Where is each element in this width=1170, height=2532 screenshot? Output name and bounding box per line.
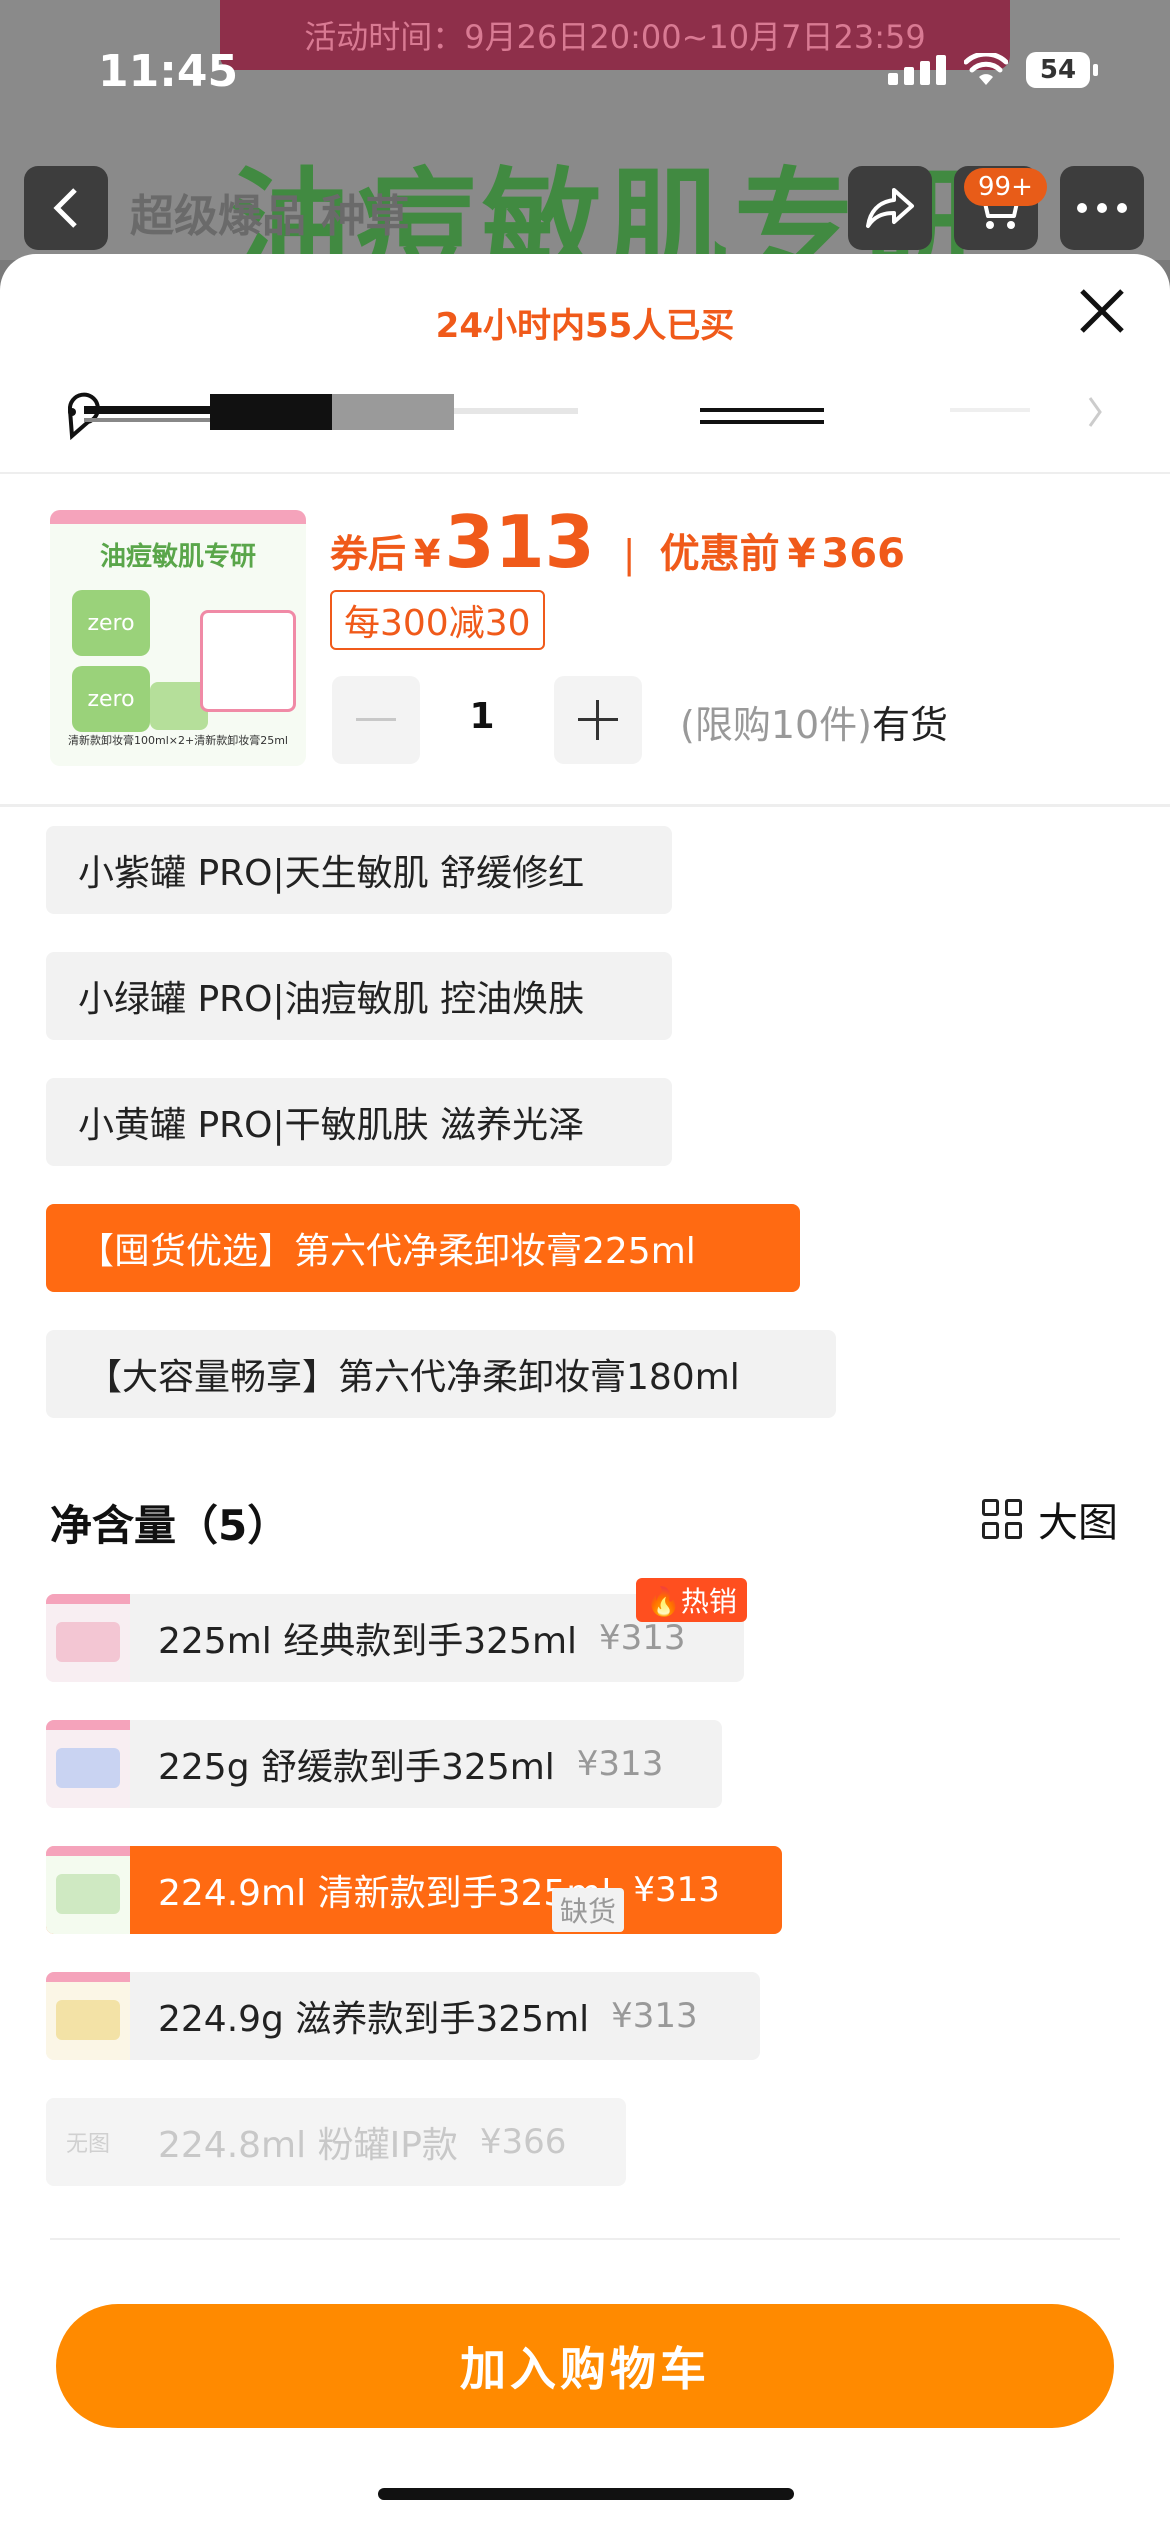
purchase-limit: (限购10件) [680,703,873,747]
coupon-price: 313 [444,500,595,584]
variant-option-selected[interactable]: 【囤货优选】第六代净柔卸妆膏225ml [46,1204,800,1292]
no-image-placeholder: 无图 [46,2098,130,2186]
signal-icon [888,55,946,85]
thumb-caption: 清新款卸妆膏100ml×2+清新款卸妆膏25ml [68,734,288,747]
wifi-icon [964,53,1008,85]
volume-option[interactable]: 225g 舒缓款到手325ml ¥313 [46,1720,722,1808]
more-icon [1077,203,1127,213]
out-of-stock-badge: 缺货 [552,1888,625,1932]
before-currency: ¥ [787,531,816,577]
volume-thumbnail [46,1846,130,1934]
volume-section-title: 净含量（5） [50,1501,290,1550]
grid-icon [982,1499,1022,1539]
before-price: 366 [821,531,905,577]
battery-icon: 54 [1026,52,1098,88]
volume-label: 225ml 经典款到手325ml [158,1621,578,1662]
status-time: 11:45 [98,46,239,97]
chevron-left-icon [53,188,77,228]
hot-badge: 🔥热销 [636,1578,747,1622]
divider [50,2238,1120,2240]
before-label: 优惠前 [659,531,780,577]
price-separator: | [622,532,636,576]
volume-price: ¥313 [633,1870,720,1910]
fire-icon: 🔥 [646,1585,681,1618]
divider [0,804,1170,807]
home-indicator [378,2488,794,2500]
promo-badge: 每300减30 [330,590,545,650]
price-row: 券后 ¥ 313 | 优惠前 ¥ 366 [330,500,905,584]
add-to-cart-button[interactable]: 加入购物车 [56,2304,1114,2428]
big-view-toggle[interactable]: 大图 [982,1490,1118,1548]
share-icon [866,188,914,228]
big-view-label: 大图 [1038,1500,1118,1546]
volume-thumbnail [46,1972,130,2060]
product-thumbnail[interactable]: 油痘敏肌专研 zero zero 清新款卸妆膏100ml×2+清新款卸妆膏25m… [50,510,306,766]
quantity-increase-button[interactable] [554,676,642,764]
minus-icon [356,718,396,721]
image-scroll-indicator[interactable] [0,380,1170,446]
thumb-gift-box [200,610,296,712]
coupon-label: 券后 [330,532,407,576]
back-button[interactable] [24,166,108,250]
volume-label: 224.8ml 粉罐IP款 [158,2125,458,2166]
stock-info: (限购10件)有货 [680,694,948,749]
volume-option-selected[interactable]: 224.9ml 清新款到手325ml ¥313 [46,1846,782,1934]
sold-notice: 24小时内55人已买 [435,306,735,346]
variant-option[interactable]: 小紫罐 PRO|天生敏肌 舒缓修红 [46,826,672,914]
status-icons: 54 [888,52,1098,88]
thumb-jar-2: zero [72,666,150,732]
volume-label: 225g 舒缓款到手325ml [158,1747,555,1788]
cart-badge: 99+ [964,168,1047,206]
share-button[interactable] [848,166,932,250]
variant-option[interactable]: 小黄罐 PRO|干敏肌肤 滋养光泽 [46,1078,672,1166]
currency-symbol: ¥ [414,532,441,576]
variant-option[interactable]: 【大容量畅享】第六代净柔卸妆膏180ml [46,1330,836,1418]
volume-price: ¥313 [599,1618,686,1658]
thumb-banner: 油痘敏肌专研 [99,542,256,572]
close-button[interactable] [1070,282,1134,346]
more-button[interactable] [1060,166,1144,250]
volume-thumbnail [46,1720,130,1808]
thumb-jar-1: zero [72,590,150,656]
volume-option[interactable]: 224.9g 滋养款到手325ml ¥313 [46,1972,760,2060]
close-icon [1080,289,1124,333]
background-subtitle: 超级爆品 种草 [130,191,410,242]
volume-label: 224.9g 滋养款到手325ml [158,1999,590,2040]
quantity-value[interactable]: 1 [452,696,512,737]
divider [0,472,1170,474]
volume-option-disabled: 无图 224.8ml 粉罐IP款 ¥366 [46,2098,626,2186]
volume-thumbnail [46,1594,130,1682]
volume-price: ¥366 [479,2122,567,2162]
quantity-decrease-button[interactable] [332,676,420,764]
variant-option[interactable]: 小绿罐 PRO|油痘敏肌 控油焕肤 [46,952,672,1040]
volume-price: ¥313 [576,1744,664,1784]
volume-price: ¥313 [611,1996,698,2036]
volume-label: 224.9ml 清新款到手325ml [158,1873,612,1914]
plus-icon [578,700,618,740]
stock-status: 有货 [872,703,949,747]
scroll-track [67,392,1102,441]
